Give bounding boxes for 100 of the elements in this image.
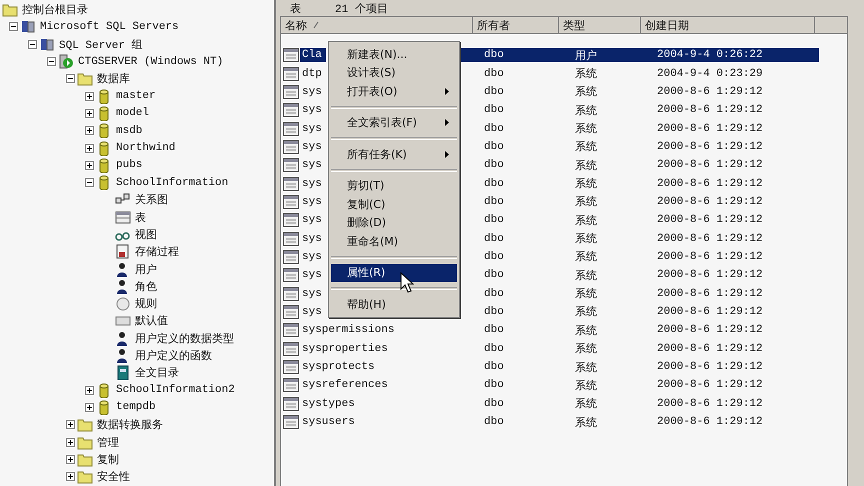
tree-item[interactable]: 数据转换服务 xyxy=(96,417,164,432)
tree-item[interactable]: pubs xyxy=(115,159,144,172)
table-cell-text: 系统 xyxy=(574,324,598,338)
tree-item[interactable]: 关系图 xyxy=(134,192,169,208)
tree-toggle[interactable] xyxy=(85,386,94,395)
tree-toggle[interactable] xyxy=(66,74,75,84)
table-cell[interactable]: sys xyxy=(300,194,326,209)
table-cell-text: 系统 xyxy=(574,416,598,430)
server-group-icon xyxy=(39,36,55,52)
tree-item[interactable]: master xyxy=(115,90,157,102)
tree-toggle[interactable] xyxy=(85,160,94,170)
menu-item[interactable]: 帮助(H) xyxy=(331,295,457,314)
tree-item[interactable]: 复制 xyxy=(96,452,120,467)
tree-item[interactable]: msdb xyxy=(115,124,144,137)
tree-toggle[interactable] xyxy=(85,144,94,153)
tree-toggle[interactable] xyxy=(85,108,94,118)
table-cell[interactable]: sysproperties xyxy=(300,342,390,356)
table-cell[interactable]: sys xyxy=(300,103,326,118)
column-header[interactable]: 所有者 xyxy=(473,17,559,33)
tree-item[interactable]: CTGSERVER (Windows NT) xyxy=(77,56,224,68)
menu-item[interactable]: 重命名(M) xyxy=(331,232,457,250)
table-cell-text: dbo xyxy=(483,268,505,282)
tree-item[interactable]: 控制台根目录 xyxy=(21,2,89,18)
tree-item[interactable]: 管理 xyxy=(96,434,120,450)
tree-item[interactable]: 数据库 xyxy=(96,71,131,86)
tree-item[interactable]: SchoolInformation xyxy=(115,176,230,189)
tree-item[interactable]: model xyxy=(115,107,150,120)
tree-item[interactable]: 用户定义的函数 xyxy=(134,348,213,364)
table-cell-text: 系统 xyxy=(574,66,598,81)
table-cell-text: dbo xyxy=(483,176,505,191)
menu-item[interactable]: 删除(D) xyxy=(331,214,457,232)
table-cell[interactable]: sysreferences xyxy=(300,378,390,392)
tree-toggle[interactable] xyxy=(66,420,75,430)
table-cell[interactable]: sys xyxy=(300,286,326,301)
table-cell[interactable]: dtp xyxy=(300,66,326,81)
menu-item[interactable]: 剪切(T) xyxy=(331,176,457,195)
menu-item[interactable]: 设计表(S) xyxy=(331,64,457,82)
table-icon xyxy=(283,360,299,374)
tree-item[interactable]: Microsoft SQL Servers xyxy=(39,20,180,33)
table-cell-text: 2000-8-6 1:29:12 xyxy=(656,268,764,282)
tree-item[interactable]: 用户定义的数据类型 xyxy=(134,330,235,346)
column-header[interactable]: 创建日期 xyxy=(641,17,815,33)
tree-item[interactable]: 存储过程 xyxy=(134,244,180,260)
table-icon xyxy=(283,194,299,209)
tree-toggle[interactable] xyxy=(9,22,18,32)
menu-item[interactable]: 新建表(N)... xyxy=(331,45,457,64)
table-icon xyxy=(115,210,131,225)
tree-toggle[interactable] xyxy=(85,92,94,101)
table-cell[interactable]: sys xyxy=(300,232,326,246)
tree-toggle[interactable] xyxy=(47,57,56,66)
folder-icon xyxy=(2,2,18,18)
menu-item[interactable]: 复制(C) xyxy=(331,195,457,214)
tree-item[interactable]: tempdb xyxy=(115,401,157,414)
tree-item[interactable]: SchoolInformation2 xyxy=(115,384,236,396)
tree-item[interactable]: Northwind xyxy=(115,142,176,154)
table-cell-text: 系统 xyxy=(574,396,598,411)
table-cell[interactable]: sys xyxy=(300,158,326,172)
menu-item[interactable]: 所有任务(K) xyxy=(331,145,457,164)
table-cell-text: dbo xyxy=(483,250,505,264)
tree-item[interactable]: 默认值 xyxy=(134,313,169,328)
tree-item[interactable]: 角色 xyxy=(134,278,158,294)
tree-item[interactable]: 规则 xyxy=(134,296,158,312)
table-cell[interactable]: sys xyxy=(300,213,326,228)
tree-toggle[interactable] xyxy=(85,402,94,412)
table-cell[interactable]: sys xyxy=(300,250,326,264)
tree-item[interactable]: 用户 xyxy=(134,262,158,277)
tree-toggle[interactable] xyxy=(66,472,75,482)
tree-toggle[interactable] xyxy=(66,438,75,447)
table-cell[interactable]: syspermissions xyxy=(300,323,396,338)
table-cell[interactable]: systypes xyxy=(300,396,357,411)
column-header[interactable]: 类型 xyxy=(559,17,641,33)
table-icon xyxy=(283,415,299,430)
table-cell-text: 系统 xyxy=(574,232,598,246)
tree-item[interactable]: 全文目录 xyxy=(134,365,180,380)
tree-toggle[interactable] xyxy=(85,126,94,136)
column-header[interactable]: 名称 xyxy=(281,17,473,33)
tree-item[interactable]: 表 xyxy=(134,210,147,225)
table-cell[interactable]: sysprotects xyxy=(300,360,377,374)
table-cell[interactable]: sys xyxy=(300,140,326,154)
table-cell[interactable]: sys xyxy=(300,84,326,99)
table-cell[interactable]: sys xyxy=(300,122,326,136)
table-cell-text: dbo xyxy=(483,396,505,411)
table-cell-text: 系统 xyxy=(574,176,598,191)
table-cell[interactable]: sys xyxy=(300,176,326,191)
menu-item[interactable]: 全文索引表(F) xyxy=(331,114,457,132)
table-cell-text: 系统 xyxy=(574,268,598,282)
tree-toggle[interactable] xyxy=(28,40,37,49)
tree-toggle[interactable] xyxy=(66,454,75,464)
menu-item[interactable]: 打开表(O) xyxy=(331,82,457,100)
table-cell[interactable]: sys xyxy=(300,268,326,282)
table-cell[interactable]: sys xyxy=(300,304,326,319)
table-cell-text: dbo xyxy=(483,378,505,392)
tree-item[interactable]: 视图 xyxy=(134,227,158,242)
menu-item[interactable]: 属性(R) xyxy=(331,264,457,282)
tree-toggle[interactable] xyxy=(85,178,94,188)
tree-item[interactable]: SQL Server 组 xyxy=(58,36,144,52)
tree-item[interactable]: 安全性 xyxy=(96,469,131,484)
table-cell[interactable]: Cla xyxy=(300,48,326,62)
table-cell-text: 2000-8-6 1:29:12 xyxy=(656,140,764,154)
table-cell[interactable]: sysusers xyxy=(300,415,357,430)
